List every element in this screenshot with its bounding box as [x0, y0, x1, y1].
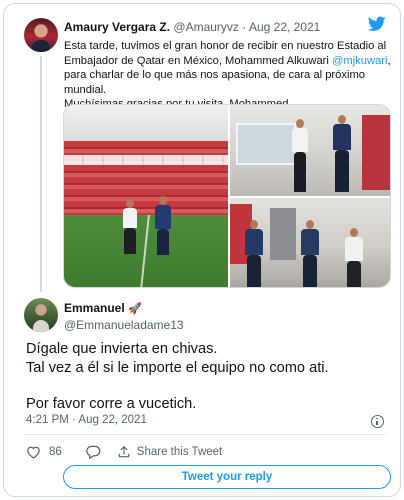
reply-author-handle[interactable]: @Emmanueladame13	[64, 317, 184, 333]
stadium-banner	[64, 155, 228, 165]
separator: ·	[242, 20, 247, 34]
hallway-wall	[362, 115, 390, 190]
tweet-text-line: para charlar de lo que más nos apasiona,…	[64, 69, 365, 96]
thread-line	[40, 56, 42, 292]
reply-text-line: Tal vez a él si le importe el equipo no …	[26, 359, 329, 376]
person-shirt	[123, 208, 137, 228]
share-label: Share this Tweet	[136, 446, 223, 458]
author-name[interactable]: Amaury Vergara Z.	[64, 20, 170, 34]
person-legs	[124, 228, 136, 254]
mention-link[interactable]: @mjkuwari	[332, 55, 388, 67]
hallway-window	[236, 123, 296, 165]
person-head	[126, 199, 134, 208]
photo-grid	[63, 104, 391, 288]
reply-timestamp[interactable]: 4:21 PM · Aug 22, 2021	[26, 414, 147, 426]
rocket-emoji: 🚀	[128, 303, 142, 315]
tweet-header: Amaury Vergara Z. @Amauryvz · Aug 22, 20…	[64, 20, 320, 34]
person-legs	[157, 229, 169, 255]
tweet-text-line: Esta tarde, tuvimos el gran honor de rec…	[64, 40, 387, 52]
comment-icon	[86, 445, 101, 459]
reply-header: Emmanuel 🚀 @Emmanueladame13	[64, 300, 184, 333]
person-shirt	[345, 237, 363, 261]
heart-icon	[27, 446, 40, 459]
photo-stadium[interactable]	[64, 105, 228, 287]
person-head	[159, 196, 167, 205]
tweet-your-reply-button[interactable]: Tweet your reply	[63, 465, 391, 489]
reply-text-gap	[26, 377, 386, 395]
person-head	[350, 228, 358, 237]
person-suit	[155, 205, 171, 229]
photo-hallway[interactable]	[230, 105, 390, 196]
author-avatar[interactable]	[24, 18, 58, 52]
share-button[interactable]: Share this Tweet	[117, 445, 222, 459]
person-legs	[347, 261, 361, 287]
person-head	[296, 119, 304, 128]
person-legs	[247, 255, 261, 287]
reply-author-name[interactable]: Emmanuel	[64, 301, 125, 315]
reply-text-line: Dígale que invierta en chivas.	[26, 341, 218, 357]
share-icon	[118, 445, 130, 458]
author-handle[interactable]: @Amauryvz	[173, 20, 239, 34]
tweet-date[interactable]: Aug 22, 2021	[249, 20, 320, 34]
comment-button[interactable]	[86, 445, 101, 459]
tweet-text-segment: Embajador de Qatar en México, Mohammed A…	[64, 54, 332, 67]
hallway-door	[270, 208, 296, 260]
person-head	[338, 115, 346, 124]
person-suit	[333, 124, 351, 150]
person-legs	[303, 255, 317, 287]
tweet-text-line: Embajador de Qatar en México, Mohammed A…	[64, 54, 394, 69]
person-suit	[301, 229, 319, 255]
person-legs	[335, 150, 349, 192]
person-shirt	[292, 128, 308, 152]
reply-text-line: Por favor corre a vucetich.	[26, 396, 197, 412]
reply-text: Dígale que invierta en chivas. Tal vez a…	[26, 340, 386, 414]
divider	[24, 434, 386, 435]
action-bar: 86 Share this Tweet	[26, 444, 222, 460]
photo-group[interactable]	[230, 198, 390, 287]
info-icon[interactable]	[371, 415, 384, 428]
person-head	[250, 220, 258, 229]
tweet-text: Esta tarde, tuvimos el gran honor de rec…	[64, 39, 394, 112]
stadium-stands	[64, 141, 228, 215]
reply-author-avatar[interactable]	[24, 298, 58, 332]
stadium-roof	[64, 105, 228, 141]
like-count: 86	[49, 446, 62, 458]
tweet-card: Amaury Vergara Z. @Amauryvz · Aug 22, 20…	[3, 3, 401, 497]
person-legs	[294, 152, 306, 192]
twitter-bird-icon[interactable]	[368, 16, 386, 32]
like-button[interactable]: 86	[26, 445, 62, 459]
tweet-text-segment: ,	[387, 54, 391, 67]
person-suit	[245, 229, 263, 255]
person-head	[306, 220, 314, 229]
